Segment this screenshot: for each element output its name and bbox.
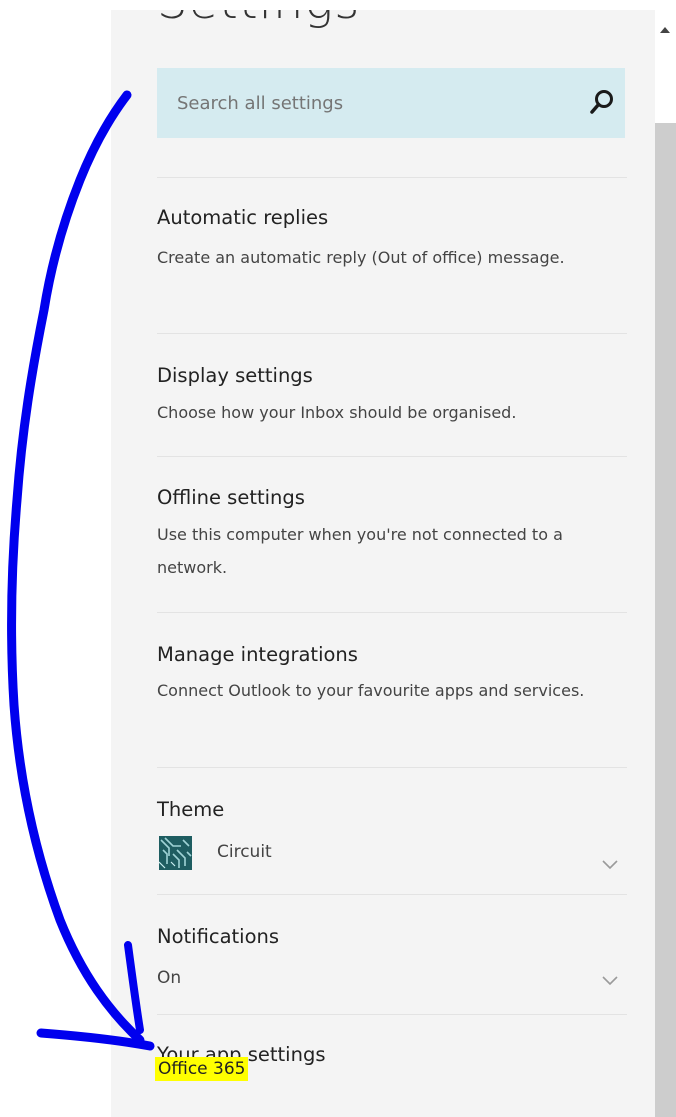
window-top-edge: [0, 0, 676, 10]
vertical-scrollbar[interactable]: [655, 10, 676, 1117]
settings-panel: Settings Automatic replies Create an aut…: [111, 10, 655, 1117]
divider: [157, 894, 627, 895]
theme-thumbnail: [159, 836, 192, 870]
notifications-label: Notifications: [157, 925, 280, 948]
search-box[interactable]: [157, 68, 625, 138]
item-title: Offline settings: [157, 486, 305, 509]
item-title: Automatic replies: [157, 206, 329, 229]
divider: [157, 767, 627, 768]
chevron-down-icon[interactable]: [601, 972, 619, 986]
notifications-value: On: [157, 968, 182, 988]
scrollbar-thumb[interactable]: [655, 123, 676, 1117]
theme-label: Theme: [157, 798, 225, 821]
item-description: Create an automatic reply (Out of office…: [157, 248, 565, 267]
divider: [157, 1014, 627, 1015]
item-description: Connect Outlook to your favourite apps a…: [157, 681, 585, 700]
divider: [157, 456, 627, 457]
item-description: Use this computer when you're not connec…: [157, 525, 563, 577]
item-title: Manage integrations: [157, 643, 358, 666]
office-365-link[interactable]: Office 365: [155, 1057, 249, 1081]
item-title: Display settings: [157, 364, 313, 387]
page-title: Settings: [157, 10, 360, 30]
divider: [157, 612, 627, 613]
divider: [157, 333, 627, 334]
theme-value: Circuit: [217, 842, 272, 862]
item-description: Choose how your Inbox should be organise…: [157, 403, 517, 422]
divider: [157, 177, 627, 178]
scroll-up-arrow-icon[interactable]: [659, 20, 671, 33]
search-icon[interactable]: [589, 88, 615, 118]
chevron-down-icon[interactable]: [601, 856, 619, 870]
search-input[interactable]: [157, 68, 597, 138]
